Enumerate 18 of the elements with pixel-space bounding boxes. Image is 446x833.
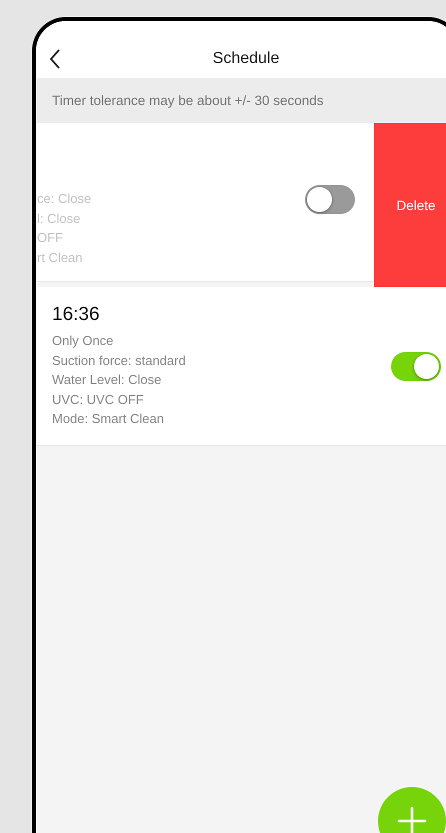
schedule-detail: Only Once: [52, 332, 114, 350]
schedule-detail: Mode: Smart Clean: [52, 410, 165, 428]
delete-button[interactable]: Delete: [374, 123, 446, 287]
schedule-detail: ce: Close: [37, 190, 92, 208]
schedule-detail: OFF: [37, 229, 64, 247]
schedule-time: 16:36: [52, 304, 101, 326]
schedule-detail: Water Level: Close: [52, 371, 162, 389]
back-icon[interactable]: [49, 49, 61, 69]
plus-icon: [397, 806, 427, 833]
screen-title: Schedule: [212, 50, 280, 68]
schedule-toggle[interactable]: [391, 352, 441, 381]
schedule-detail: l: Close: [37, 210, 82, 228]
schedule-row[interactable]: 16:36 Only Once Suction force: standard Water Level: Close UVC: UVC OFF Mode: Smart Clean: [36, 287, 446, 446]
schedule-toggle[interactable]: [305, 185, 355, 214]
notice-text: Timer tolerance may be about +/- 30 seconds: [36, 78, 446, 123]
schedule-detail: rt Clean: [37, 248, 84, 266]
schedule-detail: UVC: UVC OFF: [52, 390, 145, 408]
schedule-detail: Suction force: standard: [52, 352, 187, 370]
